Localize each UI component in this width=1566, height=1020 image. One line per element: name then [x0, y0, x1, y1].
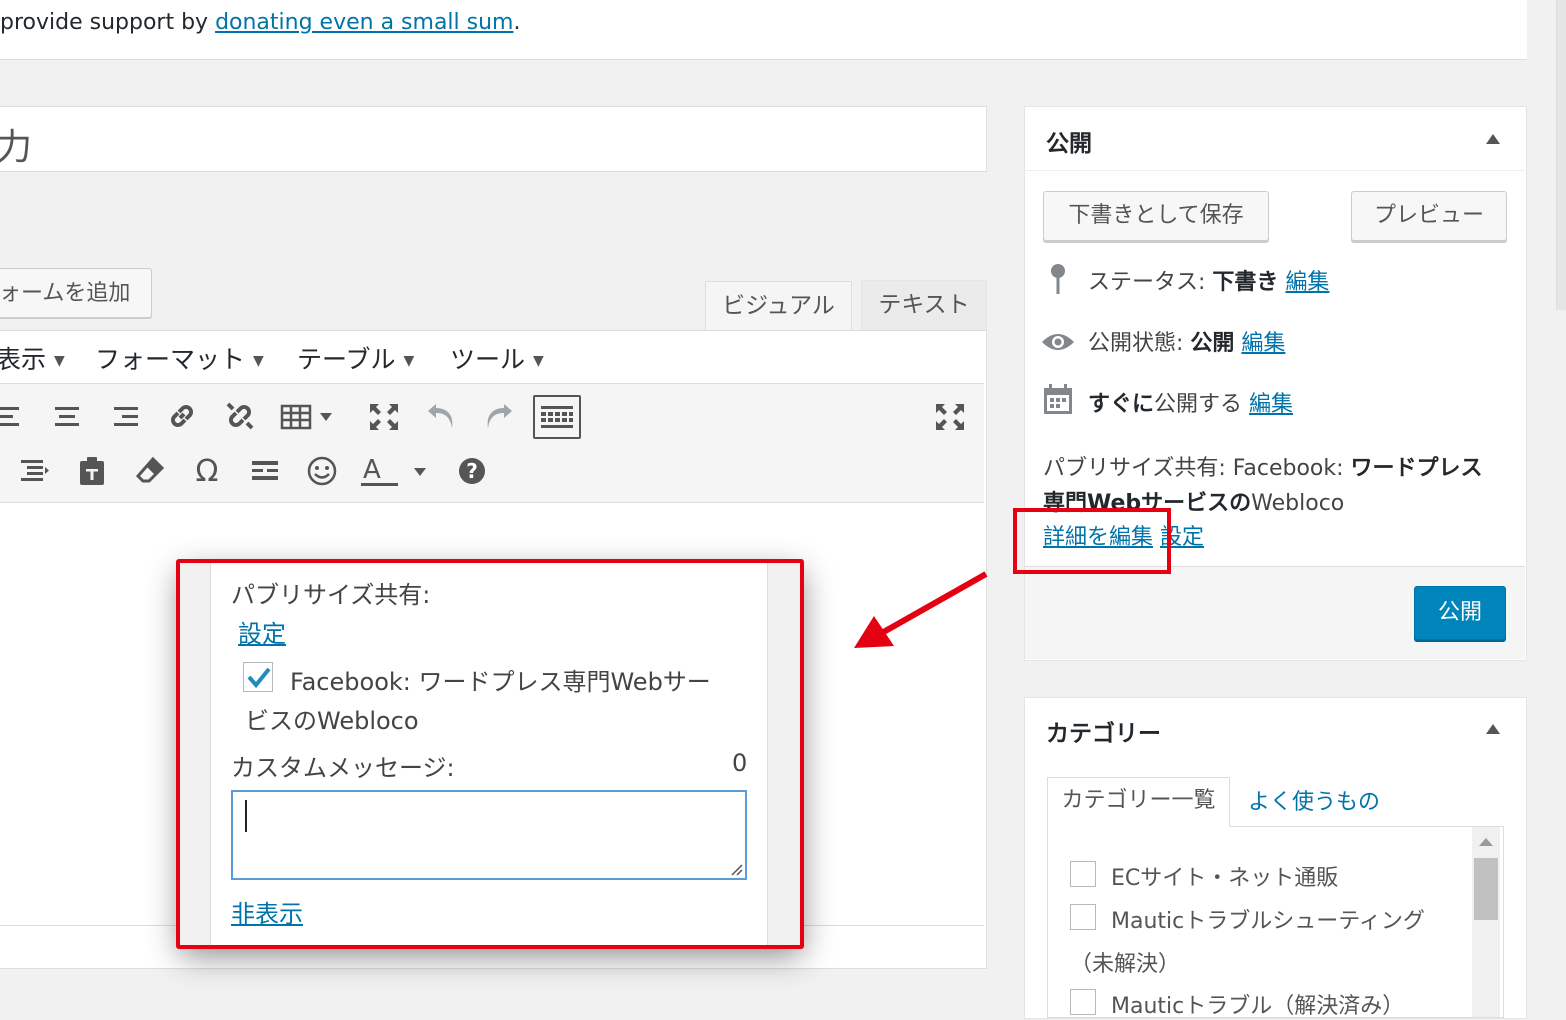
menu-tools[interactable]: ツール ▼ — [450, 340, 544, 376]
table-icon[interactable] — [278, 397, 338, 437]
category-scrollbar[interactable] — [1472, 827, 1500, 1017]
tab-popular-categories[interactable]: よく使うもの — [1248, 784, 1380, 816]
edit-visibility-link[interactable]: 編集 — [1241, 331, 1285, 356]
donate-link[interactable]: donating even a small sum — [215, 10, 513, 35]
toolbar-toggle-icon[interactable] — [533, 395, 581, 439]
preview-button[interactable]: プレビュー — [1351, 191, 1507, 241]
tab-all-categories[interactable]: カテゴリー一覧 — [1047, 777, 1230, 827]
post-status-row: ステータス: 下書き 編集 — [1088, 264, 1329, 296]
menu-view-label: 表示 — [0, 345, 47, 374]
visibility-value: 公開 — [1190, 331, 1235, 356]
post-title-input[interactable] — [0, 106, 987, 172]
help-icon[interactable]: ? — [452, 451, 492, 491]
visibility-label: 公開状態: — [1088, 331, 1191, 356]
pin-icon — [1047, 262, 1069, 303]
omega-special-character-icon[interactable]: Ω — [187, 451, 227, 491]
category-checkbox[interactable] — [1070, 989, 1096, 1015]
paste-as-text-icon[interactable] — [72, 451, 112, 491]
categories-panel-title: カテゴリー — [1046, 721, 1161, 747]
publicize-summary: パブリサイズ共有: Facebook: ワードプレス — [1043, 450, 1483, 482]
category-checkbox[interactable] — [1070, 861, 1096, 887]
add-form-button[interactable]: ォームを追加 — [0, 268, 152, 318]
chevron-down-icon: ▼ — [403, 353, 415, 369]
distraction-free-icon[interactable] — [930, 397, 970, 437]
text-color-icon[interactable]: A — [360, 451, 440, 491]
menu-table[interactable]: テーブル ▼ — [297, 340, 414, 376]
clear-formatting-icon[interactable] — [130, 451, 170, 491]
publish-panel-title: 公開 — [1046, 131, 1092, 157]
category-label: ECサイト・ネット通販 — [1111, 866, 1339, 891]
edit-schedule-link[interactable]: 編集 — [1249, 392, 1293, 417]
link-icon[interactable] — [162, 396, 202, 436]
align-center-icon[interactable] — [47, 397, 87, 437]
publicize-account-part1: ワードプレス — [1350, 456, 1483, 481]
post-title-value: 力 — [0, 127, 33, 168]
unlink-icon[interactable] — [220, 396, 260, 436]
chevron-down-icon: ▼ — [533, 353, 544, 369]
visibility-row: 公開状態: 公開 編集 — [1088, 325, 1285, 357]
fullscreen-icon[interactable] — [364, 397, 404, 437]
collapse-arrow-icon[interactable] — [1486, 724, 1500, 734]
publicize-account-part3: Webloco — [1251, 491, 1345, 516]
category-label-continued: （未解決） — [1070, 952, 1181, 977]
menu-view[interactable]: 表示 ▼ — [0, 340, 65, 376]
menu-format[interactable]: フォーマット ▼ — [95, 340, 264, 376]
schedule-immediately: すぐに — [1088, 392, 1155, 417]
category-scrollbar-thumb[interactable] — [1474, 858, 1498, 920]
redo-icon[interactable] — [478, 396, 518, 436]
svg-text:A: A — [363, 455, 381, 485]
tab-visual[interactable]: ビジュアル — [705, 281, 852, 332]
schedule-row: すぐに公開する 編集 — [1088, 386, 1293, 418]
popup-highlight-frame — [176, 559, 804, 949]
notice-suffix: . — [513, 10, 521, 35]
menu-table-label: テーブル — [297, 345, 396, 374]
post-status-value: 下書き — [1212, 270, 1279, 295]
save-draft-button[interactable]: 下書きとして保存 — [1043, 191, 1269, 241]
align-right-icon[interactable] — [105, 397, 145, 437]
indent-icon[interactable] — [14, 451, 54, 491]
calendar-icon — [1043, 383, 1073, 422]
eye-icon — [1041, 330, 1075, 361]
emoji-icon[interactable] — [302, 451, 342, 491]
chevron-down-icon: ▼ — [253, 353, 264, 369]
menu-tools-label: ツール — [450, 345, 526, 374]
collapse-arrow-icon[interactable] — [1486, 134, 1500, 144]
horizontal-rule-icon[interactable] — [245, 451, 285, 491]
category-label: Mauticトラブルシューティング — [1111, 909, 1425, 934]
scroll-up-icon[interactable] — [1479, 838, 1493, 846]
publicize-label: パブリサイズ共有: — [1043, 456, 1233, 481]
donation-notice-text: provide support by donating even a small… — [0, 10, 520, 35]
publicize-service: Facebook: — [1232, 456, 1351, 481]
chevron-down-icon: ▼ — [54, 353, 65, 369]
tab-text[interactable]: テキスト — [861, 280, 987, 332]
undo-icon[interactable] — [422, 396, 462, 436]
publish-button[interactable]: 公開 — [1414, 586, 1506, 640]
publish-panel-header[interactable] — [1024, 106, 1525, 171]
schedule-text: 公開する — [1154, 392, 1243, 417]
align-left-icon[interactable] — [0, 397, 32, 437]
menu-format-label: フォーマット — [95, 345, 246, 374]
annotation-arrow — [854, 571, 988, 648]
svg-text:?: ? — [466, 459, 478, 483]
post-status-label: ステータス: — [1088, 270, 1213, 295]
category-checkbox[interactable] — [1070, 904, 1096, 930]
edit-status-link[interactable]: 編集 — [1285, 270, 1329, 295]
notice-prefix: provide support by — [0, 10, 216, 35]
highlight-box — [1013, 508, 1171, 574]
category-label: Mauticトラブル（解決済み） — [1111, 994, 1405, 1019]
page-scrollbar[interactable] — [1556, 0, 1566, 310]
